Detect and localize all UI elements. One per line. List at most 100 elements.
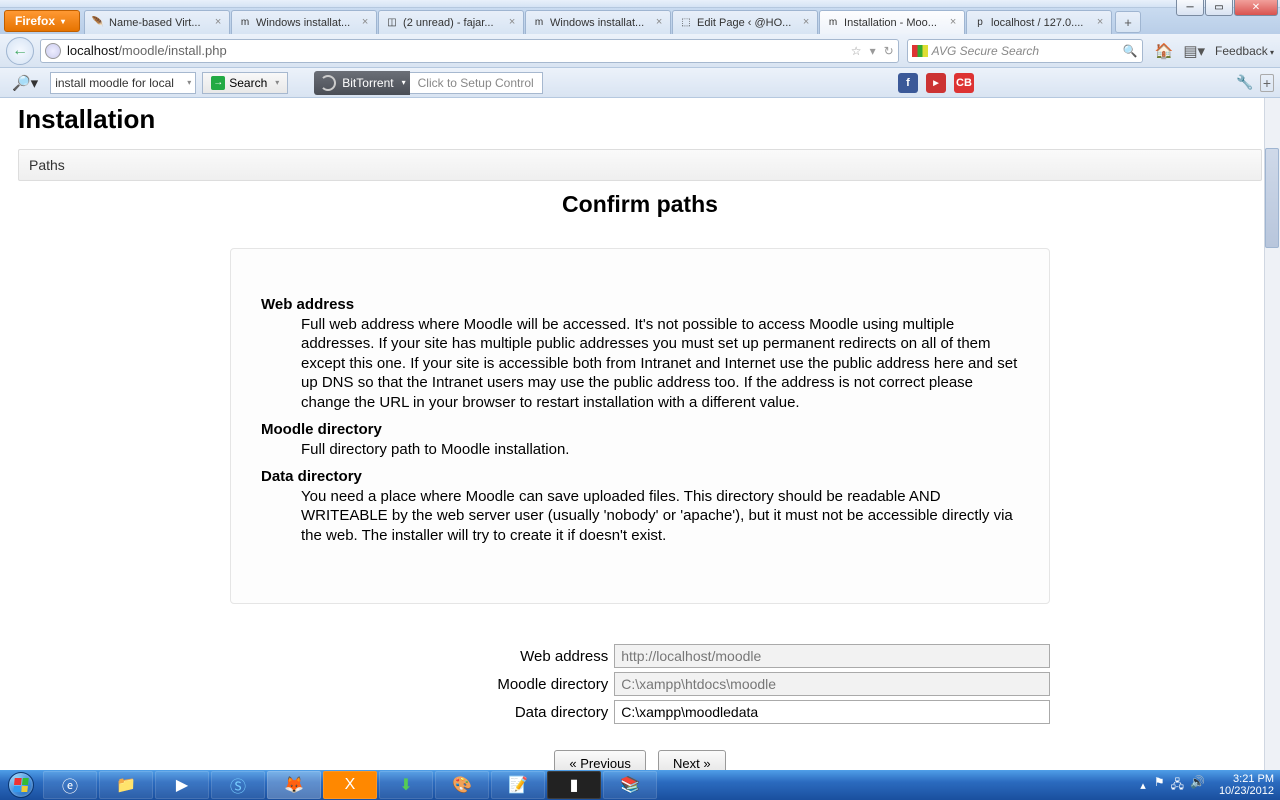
browser-tab[interactable]: mWindows installat...× — [231, 10, 377, 34]
window-minimize-button[interactable]: ─ — [1176, 0, 1204, 16]
tab-close-icon[interactable]: × — [652, 16, 666, 30]
cb-icon[interactable]: CB — [954, 73, 974, 93]
toolbar-search-field[interactable]: install moodle for local — [50, 72, 196, 94]
globe-icon — [45, 43, 61, 59]
dropdown-icon[interactable]: ▾ — [870, 44, 876, 58]
section-description: Full directory path to Moodle installati… — [301, 440, 1019, 460]
search-submit-icon[interactable]: 🔍 — [1123, 44, 1138, 58]
previous-button[interactable]: « Previous — [554, 750, 645, 770]
data-directory-label: Data directory — [230, 704, 614, 721]
bittorrent-button[interactable]: BitTorrent — [314, 71, 409, 95]
browser-search-input[interactable]: AVG Secure Search 🔍 — [907, 39, 1143, 63]
system-tray[interactable]: ▴ ⚑ 🖧 🔊 3:21 PM 10/23/2012 — [1140, 773, 1274, 797]
moodle-directory-input — [614, 672, 1050, 696]
paths-form: Web address Moodle directory Data direct… — [230, 644, 1050, 770]
bittorrent-setup-field[interactable]: Click to Setup Control — [410, 72, 543, 94]
facebook-icon[interactable]: f — [898, 73, 918, 93]
page-content: Installation Paths Confirm paths Web add… — [0, 98, 1280, 770]
scrollbar-track[interactable] — [1264, 98, 1280, 770]
window-titlebar: ─ ▭ ✕ — [0, 0, 1280, 8]
browser-tab[interactable]: ⬚ Edit Page ‹ @HO... × — [672, 10, 818, 34]
tab-label: Edit Page ‹ @HO... — [697, 17, 795, 29]
reload-icon[interactable]: ↻ — [884, 44, 894, 58]
avg-icon — [912, 45, 928, 57]
settings-icon[interactable]: 🔧 — [1236, 74, 1253, 92]
web-address-input — [614, 644, 1050, 668]
section-description: You need a place where Moodle can save u… — [301, 487, 1019, 546]
taskbar-firefox[interactable]: 🦊 — [267, 771, 321, 799]
tab-close-icon[interactable]: × — [358, 16, 372, 30]
section-term: Moodle directory — [261, 420, 1019, 440]
taskbar-mediaplayer[interactable]: ▶ — [155, 771, 209, 799]
window-maximize-button[interactable]: ▭ — [1205, 0, 1233, 16]
taskbar-explorer[interactable]: 📁 — [99, 771, 153, 799]
bookmarks-icon[interactable]: ▤▾ — [1183, 42, 1205, 60]
tray-volume-icon[interactable]: 🔊 — [1190, 775, 1205, 796]
url-toolbar: ← localhost/moodle/install.php ☆ ▾ ↻ AVG… — [0, 34, 1280, 68]
url-input[interactable]: localhost/moodle/install.php ☆ ▾ ↻ — [40, 39, 899, 63]
section-description: Full web address where Moodle will be ac… — [301, 315, 1019, 413]
tab-label: localhost / 127.0.... — [991, 17, 1089, 29]
tab-label: Windows installat... — [550, 17, 648, 29]
browser-tab[interactable]: m Windows installat... × — [525, 10, 671, 34]
windows-taskbar: ⓔ 📁 ▶ Ⓢ 🦊 X ⬇ 🎨 📝 ▮ 📚 ▴ ⚑ 🖧 🔊 3:21 PM 10… — [0, 770, 1280, 800]
start-button[interactable] — [0, 770, 42, 800]
tab-favicon: p — [973, 16, 987, 30]
arrow-right-icon: → — [211, 76, 225, 90]
taskbar-winrar[interactable]: 📚 — [603, 771, 657, 799]
tray-clock[interactable]: 3:21 PM 10/23/2012 — [1219, 773, 1274, 797]
section-heading: Confirm paths — [18, 191, 1262, 218]
taskbar-notepad[interactable]: 📝 — [491, 771, 545, 799]
tab-close-icon[interactable]: × — [505, 16, 519, 30]
browser-tab[interactable]: mInstallation - Moo...× — [819, 10, 965, 34]
tab-close-icon[interactable]: × — [946, 16, 960, 30]
section-term: Data directory — [261, 467, 1019, 487]
data-directory-input[interactable] — [614, 700, 1050, 724]
tab-favicon: m — [532, 16, 546, 30]
tab-close-icon[interactable]: × — [211, 16, 225, 30]
tray-flag-icon[interactable]: ⚑ — [1154, 775, 1165, 796]
browser-tab-strip: Firefox 🪶 Name-based Virt... × m Windows ins… — [0, 8, 1280, 34]
add-icon[interactable]: + — [1260, 74, 1274, 92]
home-icon[interactable]: 🏠 — [1155, 42, 1174, 60]
taskbar-cmd[interactable]: ▮ — [547, 771, 601, 799]
taskbar-paint[interactable]: 🎨 — [435, 771, 489, 799]
tray-show-hidden-icon[interactable]: ▴ — [1140, 779, 1146, 792]
tab-label: (2 unread) - fajar... — [403, 17, 501, 29]
next-button[interactable]: Next » — [658, 750, 726, 770]
firefox-menu-button[interactable]: Firefox — [4, 10, 80, 32]
toolbar-search-button[interactable]: → Search — [202, 72, 288, 94]
taskbar-xampp[interactable]: X — [323, 771, 377, 799]
tab-favicon: ⬚ — [679, 16, 693, 30]
scrollbar-thumb[interactable] — [1265, 148, 1279, 248]
url-text: localhost/moodle/install.php — [67, 43, 851, 58]
window-close-button[interactable]: ✕ — [1234, 0, 1278, 16]
tab-label: Name-based Virt... — [109, 17, 207, 29]
feedback-button[interactable]: Feedback — [1215, 44, 1274, 58]
breadcrumb: Paths — [18, 149, 1262, 181]
page-title: Installation — [18, 104, 1262, 135]
tray-network-icon[interactable]: 🖧 — [1171, 775, 1184, 796]
browser-tab[interactable]: p localhost / 127.0.... × — [966, 10, 1112, 34]
taskbar-ie[interactable]: ⓔ — [43, 771, 97, 799]
browser-tab[interactable]: ◫ (2 unread) - fajar... × — [378, 10, 524, 34]
moodle-directory-label: Moodle directory — [230, 676, 614, 693]
taskbar-idm[interactable]: ⬇ — [379, 771, 433, 799]
tab-close-icon[interactable]: × — [1093, 16, 1107, 30]
tab-favicon: ◫ — [385, 16, 399, 30]
tab-favicon: m — [826, 16, 840, 30]
browser-tab[interactable]: 🪶 Name-based Virt... × — [84, 10, 230, 34]
toolbar-search-icon[interactable]: 🔎▾ — [12, 74, 38, 92]
description-panel: Web addressFull web address where Moodle… — [230, 248, 1050, 604]
tab-favicon: m — [238, 16, 252, 30]
nav-back-button[interactable]: ← — [6, 37, 34, 65]
taskbar-skype[interactable]: Ⓢ — [211, 771, 265, 799]
youtube-icon[interactable]: ▶ — [926, 73, 946, 93]
bittorrent-icon — [320, 75, 336, 91]
tab-close-icon[interactable]: × — [799, 16, 813, 30]
new-tab-button[interactable]: + — [1115, 11, 1141, 33]
bookmark-star-icon[interactable]: ☆ — [851, 44, 862, 58]
addon-toolbar: 🔎▾ install moodle for local → Search Bit… — [0, 68, 1280, 98]
tab-favicon: 🪶 — [91, 16, 105, 30]
section-term: Web address — [261, 295, 1019, 315]
